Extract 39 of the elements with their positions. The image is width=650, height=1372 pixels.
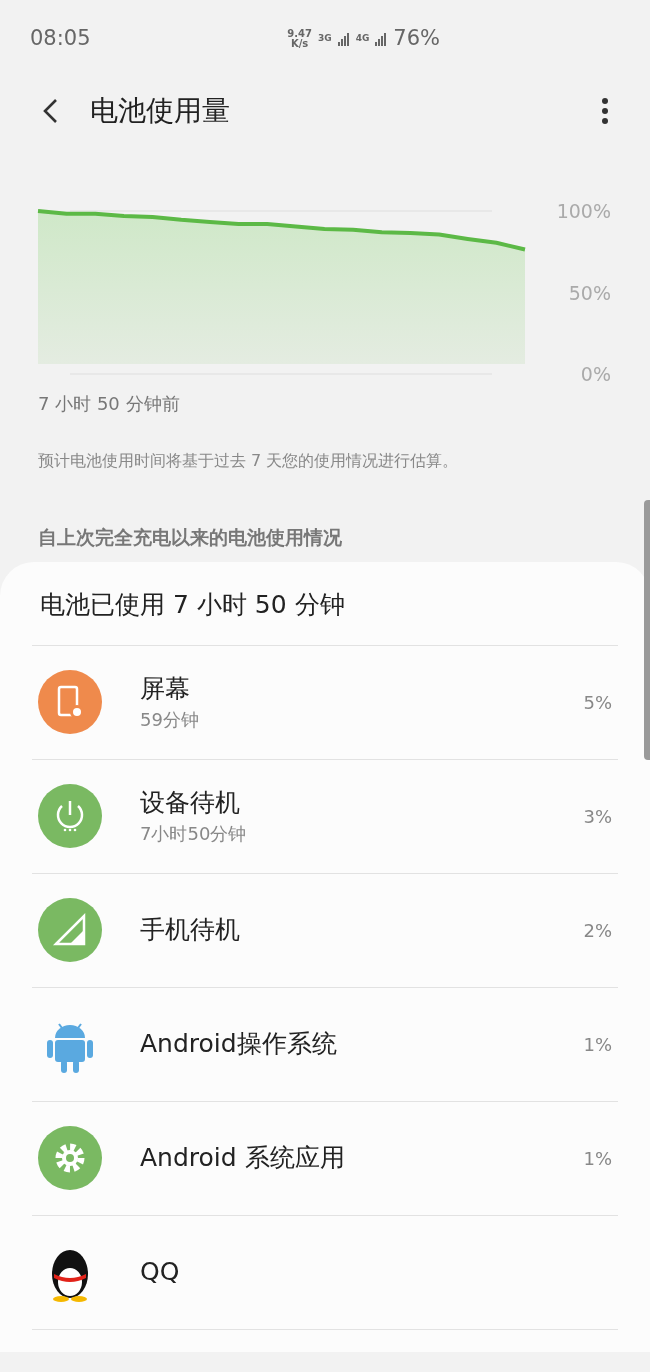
network-speed: 9.47 K/s	[287, 29, 312, 49]
usage-percent: 1%	[583, 1146, 612, 1171]
power-icon	[38, 784, 102, 848]
signal-icon	[337, 32, 350, 46]
app-name: 屏幕	[140, 672, 191, 705]
tablet-brightness-icon	[38, 670, 102, 734]
battery-percent: 76%	[393, 25, 440, 53]
axis-tick-label: 0%	[580, 363, 611, 385]
usage-percent: 5%	[583, 690, 612, 715]
usage-percent: 2%	[583, 918, 612, 943]
app-name: Android 系统应用	[140, 1142, 346, 1174]
section-title: 自上次完全充电以来的电池使用情况	[38, 525, 343, 550]
usage-percent: 3%	[583, 804, 612, 829]
chart-start-label: 7 小时 50 分钟前	[38, 392, 181, 416]
network-type: 4G	[355, 32, 370, 46]
network-type: 3G	[318, 32, 332, 46]
status-time: 08:05	[30, 25, 91, 53]
app-name: QQ	[140, 1256, 181, 1288]
settings-icon	[38, 1126, 102, 1190]
app-name: 设备待机	[140, 786, 241, 819]
more-options-button[interactable]	[600, 96, 610, 126]
axis-tick-label: 50%	[568, 281, 611, 304]
usage-percent: 1%	[583, 1032, 612, 1057]
usage-row[interactable]: Android 系统应用 1%	[32, 1101, 618, 1216]
usage-row[interactable]: 设备待机 7小时50分钟 3%	[32, 759, 618, 874]
usage-row[interactable]: 手机待机 2%	[32, 873, 618, 988]
usage-row[interactable]: 屏幕 59分钟 5%	[32, 645, 618, 760]
usage-row[interactable]: Android操作系统 1%	[32, 987, 618, 1102]
usage-time: 7小时50分钟	[140, 821, 248, 846]
signal-icon	[375, 32, 388, 46]
usage-row[interactable]: QQ	[32, 1215, 618, 1330]
app-name: 手机待机	[140, 914, 241, 946]
axis-tick-label: 100%	[556, 200, 611, 222]
usage-time: 59分钟	[140, 707, 200, 732]
app-name: Android操作系统	[140, 1028, 338, 1060]
usage-total: 电池已使用 7 小时 50 分钟	[32, 561, 618, 646]
estimate-note: 预计电池使用时间将基于过去 7 天您的使用情况进行估算。	[38, 450, 460, 472]
signal-icon	[38, 898, 102, 962]
page-title: 电池使用量	[90, 93, 230, 129]
